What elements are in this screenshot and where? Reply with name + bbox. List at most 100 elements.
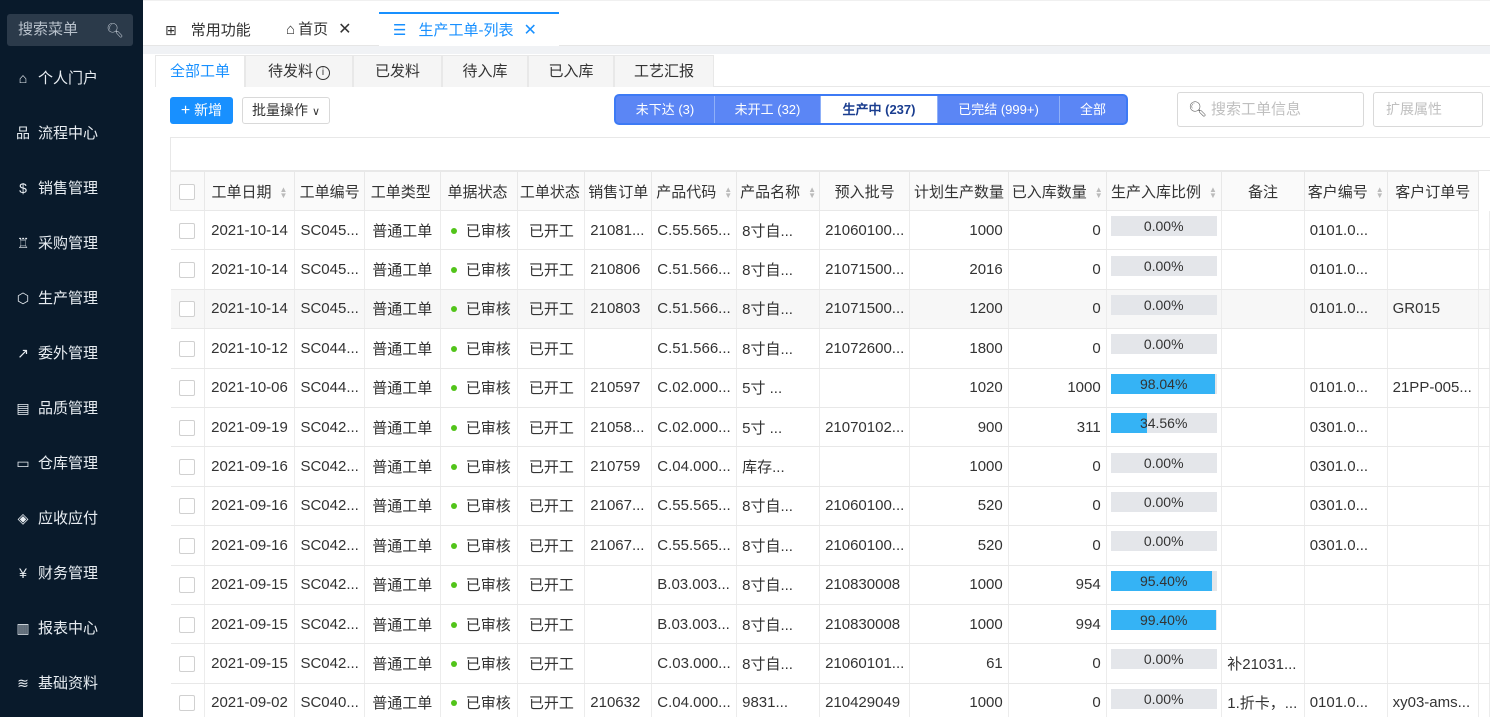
order-stage-segmented-control: 未下达 (3) 未开工 (32) 生产中 (237) 已完结 (999+) 全部 [614,94,1128,125]
row-checkbox[interactable] [179,695,195,712]
cell-type: 普通工单 [364,210,441,251]
table-row[interactable]: 2021-09-15 SC042... 普通工单 已审核 已开工 B.03.003... 8… [170,604,1490,645]
subtab-all-orders[interactable]: 全部工单 [155,55,245,87]
tab-home[interactable]: ⌂ 首页 ✕ [286,13,351,47]
sidebar-item-1[interactable]: 品流程中心 [0,106,143,161]
row-checkbox[interactable] [179,340,195,357]
sort-icon[interactable]: ▲ ▼ [280,185,288,199]
tab-home-label: 首页 [298,21,329,38]
row-checkbox[interactable] [179,222,195,239]
tab-production-order-list[interactable]: ☰ 生产工单-列表 ✕ [379,12,559,46]
column-header[interactable]: 客户编号 ▲ ▼ [1303,171,1388,211]
row-checkbox[interactable] [179,656,195,672]
column-header[interactable]: 单据状态 [439,171,519,211]
doc-status-text: 已审核 [465,222,511,240]
row-checkbox[interactable] [179,459,195,476]
cell-ratio_text: 98.04% [1106,368,1223,408]
column-header[interactable]: 产品名称 ▲ ▼ [736,171,821,211]
column-header[interactable]: 备注 [1221,171,1305,211]
search-icon[interactable]: 🔍︎ [106,14,124,46]
sort-icon[interactable]: ▲ ▼ [808,185,816,199]
add-button[interactable]: + 新增 [170,97,233,124]
row-checkbox[interactable] [179,616,195,633]
sidebar-item-4[interactable]: ⬡ 生产管理 [0,271,143,326]
table-row[interactable]: 2021-10-06 SC044... 普通工单 已审核 已开工 210597 C.02.0… [170,368,1490,408]
close-icon[interactable]: ✕ [523,22,536,39]
table-row[interactable]: 2021-10-12 SC044... 普通工单 已审核 已开工 C.51.566... 8… [170,328,1490,369]
sort-icon[interactable]: ▲ ▼ [1209,185,1217,199]
sidebar-item-label: 报表中心 [38,620,99,637]
table-row[interactable]: 2021-10-14 SC045... 普通工单 已审核 已开工 210803 C.51.5… [170,289,1490,330]
row-checkbox[interactable] [179,301,195,318]
row-checkbox[interactable] [179,380,195,397]
table-row[interactable]: 2021-09-19 SC042... 普通工单 已审核 已开工 21058... C.02… [170,407,1490,448]
column-header[interactable]: 产品代码 ▲ ▼ [651,171,738,211]
segment-in-production[interactable]: 生产中 (237) [821,96,938,123]
cell-date: 2021-09-16 [204,446,296,487]
extended-attributes-button[interactable]: 扩展属性 [1373,92,1483,127]
table-row[interactable]: 2021-09-15 SC042... 普通工单 已审核 已开工 B.03.003... 8… [170,565,1490,605]
column-header[interactable]: 已入库数量 ▲ ▼ [1007,171,1107,211]
column-header[interactable]: 计划生产数量 [909,171,1009,211]
table-row[interactable]: 2021-09-16 SC042... 普通工单 已审核 已开工 210759 C.04.0… [170,446,1490,487]
tab-common-functions[interactable]: ⊞ 常用功能 [165,13,251,47]
segment-completed[interactable]: 已完结 (999+) [938,96,1060,123]
sidebar-item-2[interactable]: $ 销售管理 [0,161,143,216]
subtab-issued[interactable]: 已发料 [353,55,442,87]
table-row[interactable]: 2021-09-02 SC040... 普通工单 已审核 已开工 210632 C.04.0… [170,683,1490,717]
column-header[interactable]: 销售订单 [584,171,653,211]
table-row[interactable]: 2021-09-16 SC042... 普通工单 已审核 已开工 21067... C.55… [170,486,1490,527]
column-header[interactable]: 生产入库比例 ▲ ▼ [1105,171,1223,211]
table-row[interactable]: 2021-10-14 SC045... 普通工单 已审核 已开工 210806 C.51.5… [170,249,1490,290]
progress-label: 0.00% [1143,296,1184,313]
sort-icon[interactable]: ▲ ▼ [1376,185,1384,199]
column-header[interactable]: 工单类型 [363,171,441,211]
order-search-input[interactable]: 🔍︎ 搜索工单信息 [1177,92,1364,127]
sidebar-item-6[interactable]: ▤ 品质管理 [0,381,143,436]
row-checkbox[interactable] [179,537,195,554]
sidebar-item-3[interactable]: ♖ 采购管理 [0,216,143,271]
row-checkbox[interactable] [179,262,195,279]
cell-batch: 21060101... [819,643,911,684]
column-header[interactable]: 工单编号 [294,171,365,211]
column-header[interactable]: 工单日期 ▲ ▼ [203,171,296,211]
sidebar-item-7[interactable]: ▭ 仓库管理 [0,436,143,491]
subtab-stocked-in[interactable]: 已入库 [528,55,614,87]
content-divider [143,46,1490,54]
select-all-checkbox[interactable] [179,183,196,200]
doc-status-text: 已审核 [465,459,511,477]
row-checkbox[interactable] [179,419,195,436]
table-row[interactable]: 2021-09-16 SC042... 普通工单 已审核 已开工 21067... C.55… [170,525,1490,566]
table-row[interactable]: 2021-09-15 SC042... 普通工单 已审核 已开工 C.03.000... 8… [170,643,1490,684]
subtab-pending-issue[interactable]: 待发料 i [245,55,353,87]
row-checkbox[interactable] [179,577,195,594]
close-icon[interactable]: ✕ [338,21,351,38]
cell-code: C.55.565... [651,486,738,527]
row-checkbox[interactable] [179,498,195,515]
column-header-label: 单据状态 [447,183,508,201]
column-header[interactable]: 客户订单号 [1386,171,1480,211]
segment-all[interactable]: 全部 [1060,96,1126,123]
sidebar-item-8[interactable]: ◈ 应收应付 [0,491,143,546]
sidebar-item-5[interactable]: ↗ 委外管理 [0,326,143,381]
column-header[interactable]: 工单状态 [517,171,586,211]
segment-not-released[interactable]: 未下达 (3) [616,96,715,123]
cell-ratio_text: 0.00% [1106,210,1223,251]
sidebar-item-9[interactable]: ¥ 财务管理 [0,546,143,601]
table-row[interactable]: 2021-10-14 SC045... 普通工单 已审核 已开工 21081... C.55… [170,210,1490,251]
subtab-process-report[interactable]: 工艺汇报 [614,55,714,87]
subtab-pending-stock-in[interactable]: 待入库 [442,55,528,87]
column-header[interactable]: 预入批号 [819,171,911,211]
cell-plan: 1800 [909,328,1009,369]
sort-icon[interactable]: ▲ ▼ [724,185,732,199]
batch-operation-dropdown[interactable]: 批量操作 ∨ [242,97,330,124]
sidebar-item-11[interactable]: ≋ 基础资料 [0,656,143,711]
cell-doc: 已审核 [440,210,519,251]
cell-no: SC045... [294,210,365,251]
sidebar-item-10[interactable]: ▥ 报表中心 [0,601,143,656]
sidebar-item-0[interactable]: ⌂ 个人门户 [0,51,143,106]
doc-status-text: 已审核 [465,340,511,358]
menu-search-input[interactable]: 搜索菜单 🔍︎ [7,14,133,46]
sort-icon[interactable]: ▲ ▼ [1095,185,1103,199]
segment-not-started[interactable]: 未开工 (32) [715,96,821,123]
